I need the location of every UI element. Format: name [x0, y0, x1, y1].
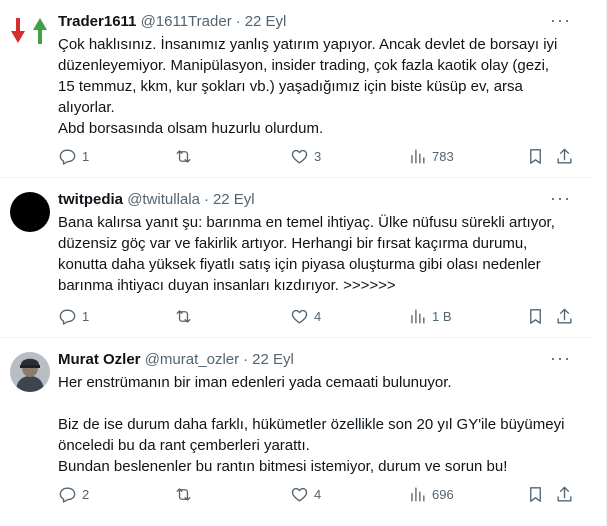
heart-icon: [291, 487, 308, 502]
tweet-header: Trader1611 @1611Trader · 22 Eyl: [58, 12, 286, 32]
tweet-header: Murat Ozler @murat_ozler · 22 Eyl: [58, 350, 294, 370]
heart-icon: [291, 149, 308, 164]
tweet-text-line: alıyorlar.: [58, 99, 115, 116]
views-button[interactable]: 783: [408, 146, 454, 166]
separator-dot: ·: [235, 13, 241, 30]
heart-icon: [291, 309, 308, 324]
tweet-text-line: Bundan beslenenler bu rantın bitmesi ist…: [58, 458, 508, 475]
retweet-icon: [176, 149, 191, 163]
paragraph-break: [58, 393, 583, 414]
like-count: 3: [314, 148, 322, 164]
retweet-icon: [176, 487, 191, 501]
reply-count: 2: [82, 486, 90, 502]
like-count: 4: [314, 308, 322, 324]
tweet-actions: 1 3 783: [58, 146, 581, 166]
reply-button[interactable]: 1: [58, 146, 89, 166]
tweet-text-line: Çok haklısınız. İnsanımız yanlış yatırım…: [58, 36, 558, 53]
tweet-header: twitpedia @twitullala · 22 Eyl: [58, 190, 255, 210]
retweet-button[interactable]: [174, 484, 198, 504]
bookmark-icon: [530, 486, 541, 502]
share-button[interactable]: [555, 484, 574, 504]
tweet[interactable]: twitpedia @twitullala · 22 Eyl ··· Bana ka…: [0, 178, 593, 338]
share-icon: [557, 486, 572, 502]
share-icon: [557, 308, 572, 324]
author-name[interactable]: Trader1611: [58, 13, 136, 30]
retweet-button[interactable]: [174, 306, 198, 326]
tweet-text-line: barınma ihtiyacı duyan insanları kızdırı…: [58, 277, 396, 294]
tweet-text: Çok haklısınız. İnsanımız yanlış yatırım…: [58, 34, 583, 139]
bar-chart-icon: [411, 148, 425, 164]
tweet-date[interactable]: 22 Eyl: [213, 191, 255, 208]
profile-photo-avatar[interactable]: [10, 352, 50, 392]
tweet-date[interactable]: 22 Eyl: [245, 13, 287, 30]
bookmark-button[interactable]: [526, 484, 545, 504]
author-name[interactable]: twitpedia: [58, 191, 123, 208]
views-button[interactable]: 696: [408, 484, 454, 504]
reply-count: 1: [82, 148, 90, 164]
black-circle-avatar[interactable]: [10, 192, 50, 232]
tweet-text-line: Bana kalırsa yanıt şu: barınma en temel …: [58, 214, 555, 231]
more-options-icon[interactable]: ···: [550, 188, 571, 208]
like-button[interactable]: 4: [290, 306, 321, 326]
tweet-text-line: önceledi bu da rant çemberleri yarattı.: [58, 437, 310, 454]
author-name[interactable]: Murat Ozler: [58, 351, 141, 368]
reply-count: 1: [82, 308, 90, 324]
tweet[interactable]: Trader1611 @1611Trader · 22 Eyl ··· Çok ha…: [0, 0, 593, 178]
view-count: 783: [432, 148, 454, 164]
retweet-button[interactable]: [174, 146, 198, 166]
separator-dot: ·: [243, 351, 249, 368]
share-button[interactable]: [555, 146, 574, 166]
like-count: 4: [314, 486, 322, 502]
more-options-icon[interactable]: ···: [550, 348, 571, 368]
author-handle[interactable]: @murat_ozler: [145, 351, 239, 368]
share-icon: [557, 148, 572, 164]
reply-icon: [59, 148, 76, 165]
like-button[interactable]: 4: [290, 484, 321, 504]
tweet-date[interactable]: 22 Eyl: [252, 351, 294, 368]
tweet-text-line: Biz de ise durum daha farklı, hükümetler…: [58, 416, 565, 433]
tweet-text-line: konutta daha yüksek fiyatlı satış için p…: [58, 256, 541, 273]
reply-feed: Trader1611 @1611Trader · 22 Eyl ··· Çok ha…: [0, 0, 607, 526]
more-options-icon[interactable]: ···: [550, 10, 571, 30]
like-button[interactable]: 3: [290, 146, 321, 166]
tweet-actions: 2 4 696: [58, 484, 581, 504]
view-count: 696: [432, 486, 454, 502]
bookmark-button[interactable]: [526, 146, 545, 166]
share-button[interactable]: [555, 306, 574, 326]
bookmark-icon: [530, 308, 541, 324]
tweet-text-line: Her enstrümanın bir iman edenleri yada c…: [58, 374, 452, 391]
reply-icon: [59, 308, 76, 325]
tweet-text-line: düzensiz göç var ve fakirlik artıyor. He…: [58, 235, 528, 252]
red-green-arrows-icon[interactable]: [10, 16, 50, 46]
author-handle[interactable]: @twitullala: [127, 191, 200, 208]
separator-dot: ·: [203, 191, 209, 208]
tweet-text-line: Abd borsasında olsam huzurlu olurdum.: [58, 120, 324, 137]
views-button[interactable]: 1 B: [408, 306, 452, 326]
reply-button[interactable]: 2: [58, 484, 89, 504]
bar-chart-icon: [411, 486, 425, 502]
tweet-actions: 1 4 1 B: [58, 306, 581, 326]
tweet[interactable]: Murat Ozler @murat_ozler · 22 Eyl ··· Her …: [0, 338, 593, 526]
author-handle[interactable]: @1611Trader: [141, 13, 232, 30]
reply-icon: [59, 486, 76, 503]
tweet-text: Bana kalırsa yanıt şu: barınma en temel …: [58, 212, 583, 296]
view-count: 1 B: [432, 308, 452, 324]
tweet-text: Her enstrümanın bir iman edenleri yada c…: [58, 372, 583, 477]
reply-button[interactable]: 1: [58, 306, 89, 326]
tweet-text-line: 15 temmuz, kkm, kur şokları vb.) yaşadığ…: [58, 78, 523, 95]
bookmark-button[interactable]: [526, 306, 545, 326]
tweet-text-line: düzenleyemiyor. Manipülasyon, insider tr…: [58, 57, 550, 74]
bookmark-icon: [530, 148, 541, 164]
bar-chart-icon: [411, 308, 425, 324]
retweet-icon: [176, 309, 191, 323]
